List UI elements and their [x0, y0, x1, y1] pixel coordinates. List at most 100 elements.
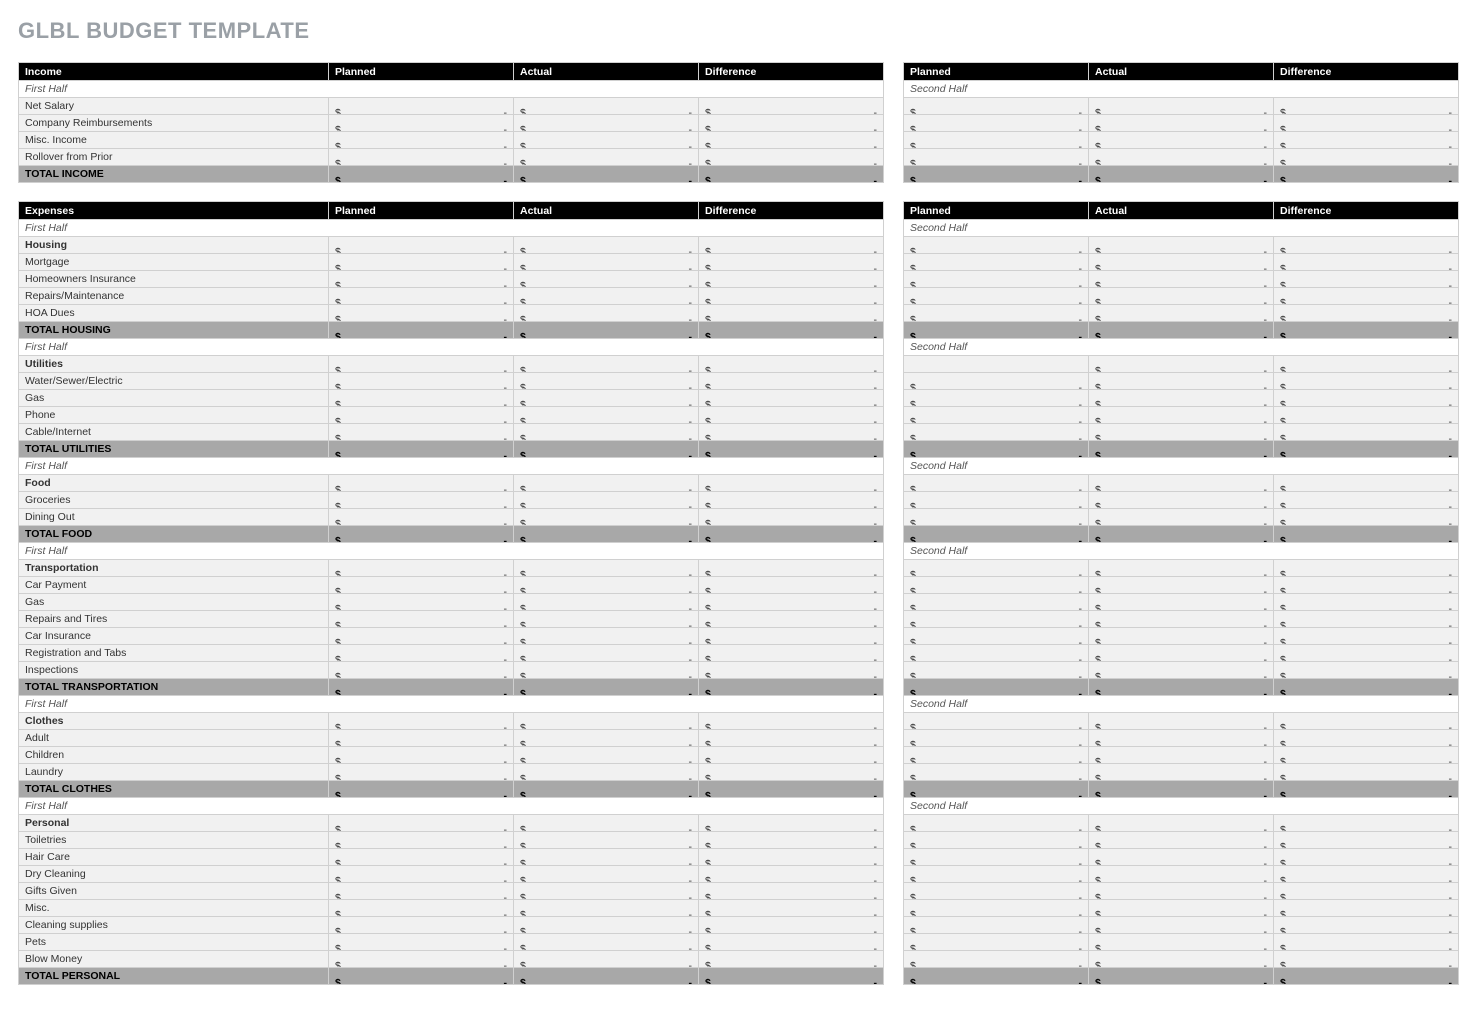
actual-cell[interactable]: $- — [514, 132, 699, 149]
planned-cell[interactable]: $- — [329, 832, 514, 849]
actual-cell-2[interactable]: $- — [1089, 254, 1274, 271]
actual-cell[interactable]: $- — [514, 628, 699, 645]
actual-cell[interactable]: $- — [514, 271, 699, 288]
planned-cell-2[interactable]: $- — [904, 951, 1089, 968]
actual-cell[interactable]: $- — [514, 237, 699, 254]
planned-cell-2[interactable] — [904, 356, 1089, 373]
actual-cell[interactable]: $- — [514, 866, 699, 883]
actual-cell[interactable]: $- — [514, 883, 699, 900]
actual-cell[interactable]: $- — [514, 662, 699, 679]
actual-cell[interactable]: $- — [514, 254, 699, 271]
planned-cell-2[interactable]: $- — [904, 883, 1089, 900]
planned-cell-2[interactable]: $- — [904, 849, 1089, 866]
actual-cell[interactable]: $- — [514, 509, 699, 526]
planned-cell[interactable]: $- — [329, 254, 514, 271]
planned-cell-2[interactable]: $- — [904, 645, 1089, 662]
planned-cell[interactable]: $- — [329, 917, 514, 934]
planned-cell-2[interactable]: $- — [904, 866, 1089, 883]
actual-cell[interactable]: $- — [514, 356, 699, 373]
actual-cell-2[interactable]: $- — [1089, 951, 1274, 968]
actual-cell-2[interactable]: $- — [1089, 132, 1274, 149]
planned-cell[interactable]: $- — [329, 98, 514, 115]
actual-cell[interactable]: $- — [514, 407, 699, 424]
planned-cell[interactable]: $- — [329, 628, 514, 645]
actual-cell[interactable]: $- — [514, 934, 699, 951]
actual-cell-2[interactable]: $- — [1089, 305, 1274, 322]
planned-cell[interactable]: $- — [329, 900, 514, 917]
planned-cell-2[interactable]: $- — [904, 492, 1089, 509]
actual-cell[interactable]: $- — [514, 917, 699, 934]
planned-cell-2[interactable]: $- — [904, 373, 1089, 390]
planned-cell[interactable]: $- — [329, 645, 514, 662]
actual-cell-2[interactable]: $- — [1089, 271, 1274, 288]
planned-cell-2[interactable]: $- — [904, 917, 1089, 934]
planned-cell[interactable]: $- — [329, 662, 514, 679]
planned-cell-2[interactable]: $- — [904, 288, 1089, 305]
actual-cell-2[interactable]: $- — [1089, 594, 1274, 611]
planned-cell[interactable]: $- — [329, 492, 514, 509]
actual-cell-2[interactable]: $- — [1089, 645, 1274, 662]
planned-cell[interactable]: $- — [329, 149, 514, 166]
planned-cell-2[interactable]: $- — [904, 832, 1089, 849]
planned-cell[interactable]: $- — [329, 288, 514, 305]
actual-cell-2[interactable]: $- — [1089, 577, 1274, 594]
planned-cell-2[interactable]: $- — [904, 305, 1089, 322]
actual-cell-2[interactable]: $- — [1089, 390, 1274, 407]
actual-cell-2[interactable]: $- — [1089, 560, 1274, 577]
planned-cell-2[interactable]: $- — [904, 237, 1089, 254]
planned-cell-2[interactable]: $- — [904, 254, 1089, 271]
planned-cell-2[interactable]: $- — [904, 149, 1089, 166]
actual-cell[interactable]: $- — [514, 951, 699, 968]
planned-cell[interactable]: $- — [329, 407, 514, 424]
actual-cell-2[interactable]: $- — [1089, 628, 1274, 645]
planned-cell-2[interactable]: $- — [904, 390, 1089, 407]
actual-cell[interactable]: $- — [514, 713, 699, 730]
actual-cell[interactable]: $- — [514, 149, 699, 166]
actual-cell-2[interactable]: $- — [1089, 934, 1274, 951]
actual-cell[interactable]: $- — [514, 390, 699, 407]
planned-cell[interactable]: $- — [329, 424, 514, 441]
actual-cell[interactable]: $- — [514, 373, 699, 390]
planned-cell-2[interactable]: $- — [904, 577, 1089, 594]
actual-cell[interactable]: $- — [514, 747, 699, 764]
actual-cell-2[interactable]: $- — [1089, 475, 1274, 492]
actual-cell-2[interactable]: $- — [1089, 288, 1274, 305]
planned-cell-2[interactable]: $- — [904, 764, 1089, 781]
planned-cell-2[interactable]: $- — [904, 628, 1089, 645]
planned-cell-2[interactable]: $- — [904, 115, 1089, 132]
planned-cell[interactable]: $- — [329, 390, 514, 407]
actual-cell-2[interactable]: $- — [1089, 764, 1274, 781]
planned-cell[interactable]: $- — [329, 883, 514, 900]
actual-cell-2[interactable]: $- — [1089, 424, 1274, 441]
actual-cell[interactable]: $- — [514, 98, 699, 115]
planned-cell-2[interactable]: $- — [904, 611, 1089, 628]
planned-cell[interactable]: $- — [329, 747, 514, 764]
actual-cell[interactable]: $- — [514, 305, 699, 322]
actual-cell-2[interactable]: $- — [1089, 900, 1274, 917]
actual-cell-2[interactable]: $- — [1089, 866, 1274, 883]
planned-cell-2[interactable]: $- — [904, 132, 1089, 149]
actual-cell-2[interactable]: $- — [1089, 917, 1274, 934]
actual-cell[interactable]: $- — [514, 115, 699, 132]
planned-cell[interactable]: $- — [329, 271, 514, 288]
actual-cell[interactable]: $- — [514, 594, 699, 611]
actual-cell[interactable]: $- — [514, 492, 699, 509]
planned-cell-2[interactable]: $- — [904, 475, 1089, 492]
actual-cell-2[interactable]: $- — [1089, 713, 1274, 730]
planned-cell-2[interactable]: $- — [904, 934, 1089, 951]
planned-cell-2[interactable]: $- — [904, 900, 1089, 917]
actual-cell[interactable]: $- — [514, 900, 699, 917]
actual-cell[interactable]: $- — [514, 764, 699, 781]
actual-cell-2[interactable]: $- — [1089, 98, 1274, 115]
planned-cell[interactable]: $- — [329, 305, 514, 322]
actual-cell[interactable]: $- — [514, 849, 699, 866]
planned-cell[interactable]: $- — [329, 475, 514, 492]
actual-cell-2[interactable]: $- — [1089, 883, 1274, 900]
actual-cell[interactable]: $- — [514, 424, 699, 441]
planned-cell[interactable]: $- — [329, 951, 514, 968]
planned-cell[interactable]: $- — [329, 866, 514, 883]
planned-cell-2[interactable]: $- — [904, 271, 1089, 288]
actual-cell[interactable]: $- — [514, 288, 699, 305]
planned-cell[interactable]: $- — [329, 509, 514, 526]
actual-cell-2[interactable]: $- — [1089, 149, 1274, 166]
